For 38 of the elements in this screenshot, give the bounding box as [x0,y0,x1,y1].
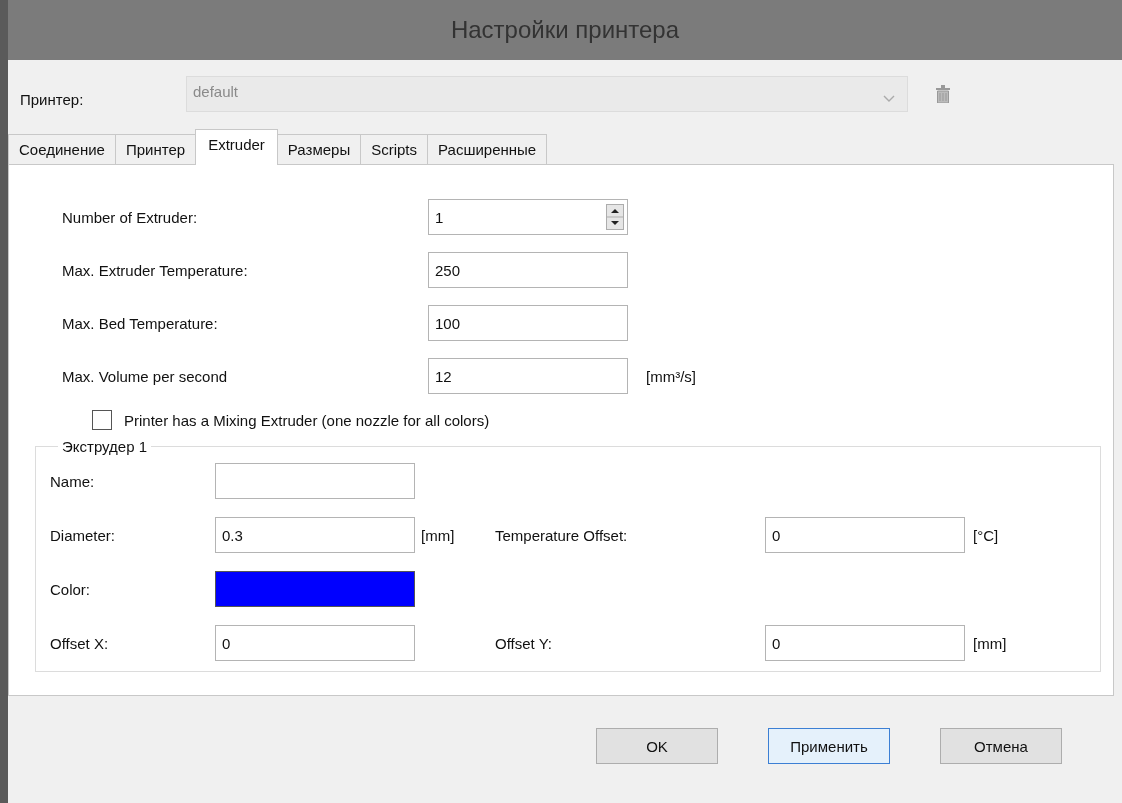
field-label: Max. Extruder Temperature: [62,261,249,279]
field-label: Temperature Offset: [495,526,629,544]
unit-label: [mm] [420,526,456,544]
tab[interactable]: Extruder [195,129,278,165]
text-field[interactable]: 0 [765,517,965,553]
text-field[interactable]: 12 [428,358,628,394]
chevron-down-icon [883,95,895,103]
field-label: Offset X: [50,634,110,652]
text-field[interactable]: 250 [428,252,628,288]
trash-icon[interactable] [936,85,950,103]
unit-label: [°C] [972,526,1000,544]
unit-label: [mm³/s] [645,367,697,385]
window-title: Настройки принтера [450,16,680,44]
text-field[interactable] [215,463,415,499]
spinner-arrows-icon[interactable] [606,204,624,230]
color-swatch[interactable] [215,571,415,607]
dialog-button[interactable]: Отмена [940,728,1062,764]
field-label: Offset Y: [495,634,553,652]
field-label: Max. Volume per second [62,367,229,385]
checkbox[interactable] [92,410,112,430]
text-field[interactable]: 0 [765,625,965,661]
dialog-button[interactable]: Применить [768,728,890,764]
number-spinner[interactable]: 1 [428,199,628,235]
field-label: Color: [50,580,91,598]
text-field[interactable]: 100 [428,305,628,341]
field-label: Diameter: [50,526,117,544]
checkbox-label: Printer has a Mixing Extruder (one nozzle for all colors) [124,411,490,429]
dialog-button[interactable]: OK [596,728,718,764]
text-field[interactable]: 0 [215,625,415,661]
tab[interactable]: Расширенные [427,134,548,164]
field-label: Name: [50,472,96,490]
field-label: Number of Extruder: [62,208,199,226]
field-label: Max. Bed Temperature: [62,314,219,332]
tab[interactable]: Соединение [8,134,116,164]
group-title: Экструдер 1 [61,438,148,455]
text-field[interactable]: 0.3 [215,517,415,553]
printer-label: Принтер: [20,89,85,108]
unit-label: [mm] [972,634,1008,652]
